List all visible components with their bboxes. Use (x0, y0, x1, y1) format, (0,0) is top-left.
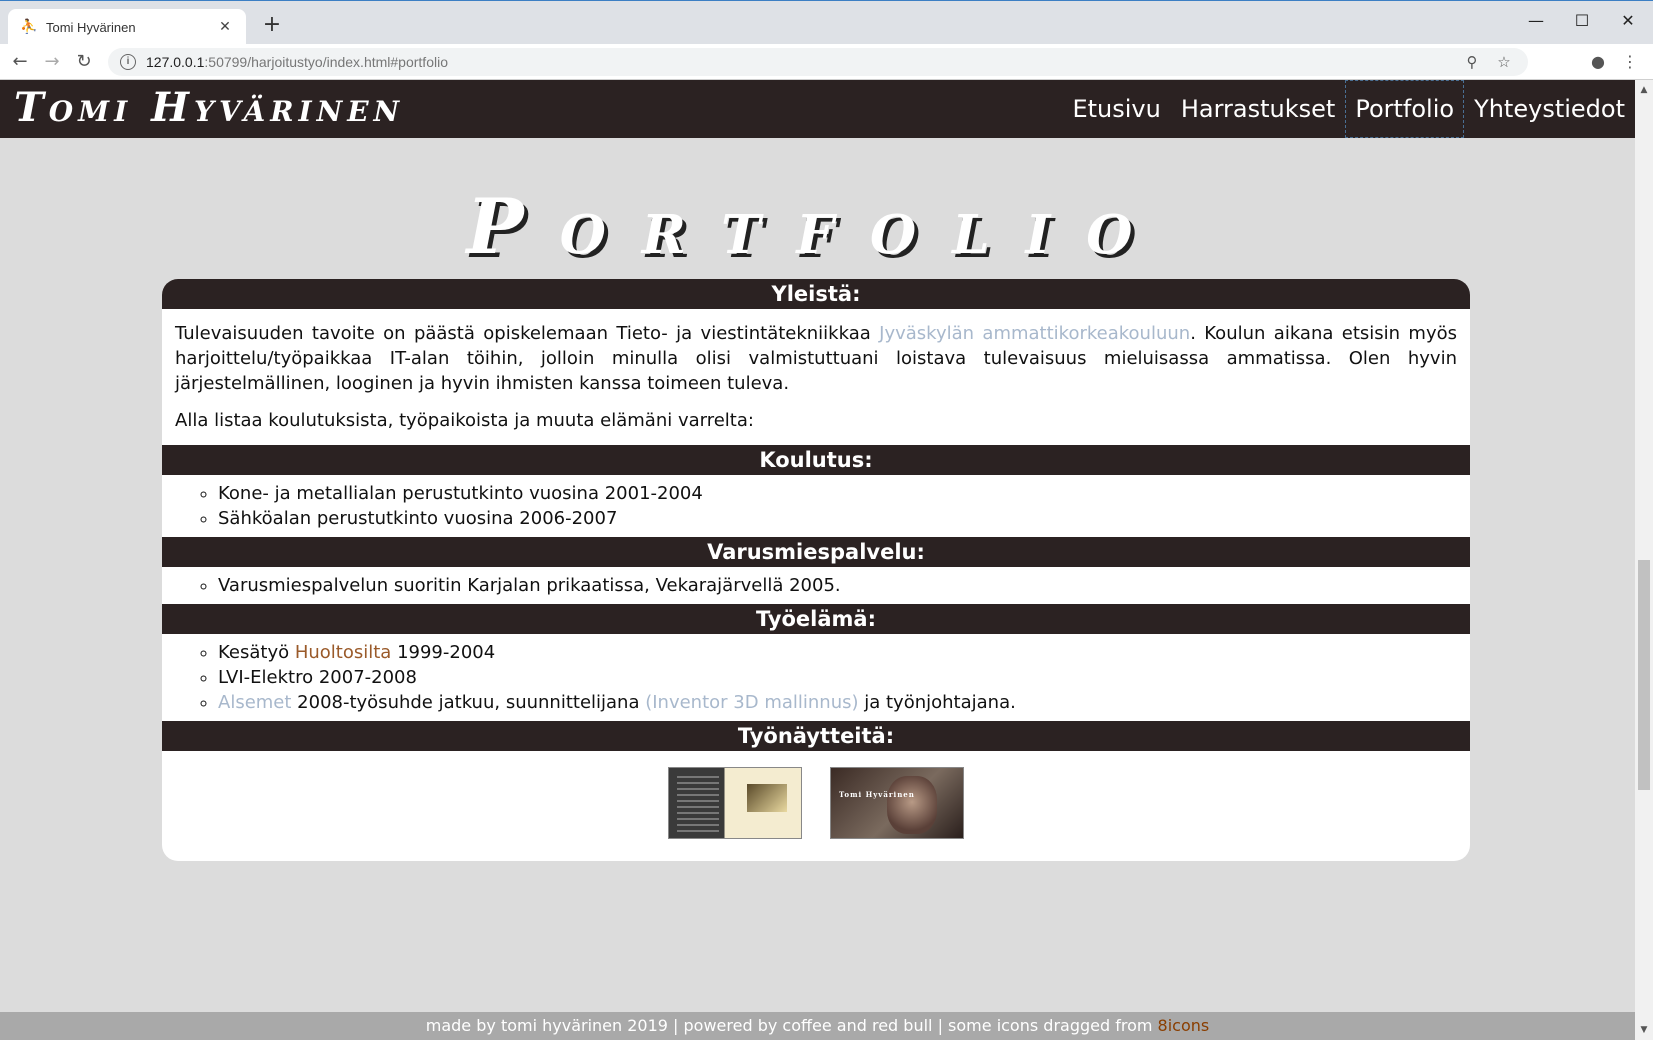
footer-text: made by tomi hyvärinen 2019 | powered by… (425, 1016, 1158, 1035)
section-work: Kesätyö Huoltosilta 1999-2004 LVI-Elektr… (162, 634, 1470, 721)
new-tab-button[interactable]: + (258, 11, 286, 39)
nav-link-portfolio[interactable]: Portfolio (1345, 80, 1465, 138)
huoltosilta-link[interactable]: Huoltosilta (295, 642, 392, 663)
work-sample-thumbnail[interactable]: Tomi Hyvärinen (830, 767, 964, 839)
arrow-right-icon[interactable]: → (38, 48, 66, 76)
nav-link-yhteystiedot[interactable]: Yhteystiedot (1464, 80, 1635, 138)
address-bar[interactable]: i 127.0.0.1:50799/harjoitustyo/index.htm… (108, 48, 1528, 76)
work-item-text: 1999-2004 (391, 642, 496, 663)
list-item: Varusmiespalvelun suoritin Karjalan prik… (218, 573, 1457, 598)
nav-link-etusivu[interactable]: Etusivu (1062, 80, 1170, 138)
thumbnail-portrait (887, 776, 937, 834)
work-item-text: 2008-työsuhde jatkuu, suunnittelijana (291, 692, 646, 713)
url-path: :50799/harjoitustyo/index.html#portfolio (204, 54, 448, 70)
star-icon[interactable]: ☆ (1492, 53, 1516, 71)
section-heading-military: Varusmiespalvelu: (162, 537, 1470, 567)
alsemet-link[interactable]: Alsemet (218, 692, 291, 713)
thumbnail-logo-text: Tomi Hyvärinen (839, 790, 915, 799)
scrollbar-thumb[interactable] (1638, 560, 1650, 790)
site-header: Tomi Hyvärinen Etusivu Harrastukset Port… (0, 80, 1635, 138)
8icons-link[interactable]: 8icons (1158, 1016, 1210, 1035)
list-item: Alsemet 2008-työsuhde jatkuu, suunnittel… (218, 690, 1457, 715)
work-sample-thumbnail[interactable] (668, 767, 802, 839)
section-military: Varusmiespalvelun suoritin Karjalan prik… (162, 567, 1470, 604)
site-info-icon[interactable]: i (120, 54, 136, 70)
browser-toolbar: ← → ↻ i 127.0.0.1:50799/harjoitustyo/ind… (0, 44, 1653, 80)
scroll-down-icon[interactable]: ▼ (1635, 1022, 1653, 1038)
close-window-icon[interactable]: ✕ (1605, 7, 1651, 35)
maximize-icon[interactable]: ☐ (1559, 7, 1605, 35)
intro-text-start: Tulevaisuuden tavoite on päästä opiskele… (175, 323, 880, 344)
list-item: Kone- ja metallialan perustutkinto vuosi… (218, 481, 1457, 506)
nav-link-harrastukset[interactable]: Harrastukset (1171, 80, 1345, 138)
vertical-scrollbar[interactable]: ▲ ▼ (1635, 80, 1653, 1040)
section-heading-work: Työelämä: (162, 604, 1470, 634)
kebab-menu-icon[interactable]: ⋮ (1616, 48, 1644, 76)
portfolio-card: Yleistä: Tulevaisuuden tavoite on päästä… (162, 279, 1470, 861)
section-general: Tulevaisuuden tavoite on päästä opiskele… (162, 309, 1470, 445)
list-intro-paragraph: Alla listaa koulutuksista, työpaikoista … (175, 410, 754, 431)
military-list: Varusmiespalvelun suoritin Karjalan prik… (175, 573, 1457, 598)
section-heading-general: Yleistä: (162, 279, 1470, 309)
intro-paragraph: Tulevaisuuden tavoite on päästä opiskele… (175, 321, 1457, 396)
runner-icon: ⛹ (20, 19, 38, 35)
url-text[interactable]: 127.0.0.1:50799/harjoitustyo/index.html#… (146, 54, 1452, 70)
work-item-text: Kesätyö (218, 642, 295, 663)
account-icon[interactable]: ● (1584, 48, 1612, 76)
reload-icon[interactable]: ↻ (70, 48, 98, 76)
site-logo[interactable]: Tomi Hyvärinen (14, 84, 404, 131)
main-nav: Etusivu Harrastukset Portfolio Yhteystie… (1062, 80, 1635, 138)
section-heading-samples: Työnäytteitä: (162, 721, 1470, 751)
page-title: Portfolio (466, 182, 1169, 271)
url-host: 127.0.0.1 (146, 54, 205, 70)
work-samples-gallery: Tomi Hyvärinen (162, 751, 1470, 839)
section-education: Kone- ja metallialan perustutkinto vuosi… (162, 475, 1470, 537)
thumbnail-code-lines (677, 776, 719, 832)
jamk-link[interactable]: Jyväskylän ammattikorkeakouluun (879, 323, 1190, 344)
close-tab-icon[interactable]: ✕ (216, 19, 234, 35)
inventor-link[interactable]: (Inventor 3D mallinnus) (645, 692, 858, 713)
minimize-icon[interactable]: — (1513, 7, 1559, 35)
list-item: Sähköalan perustutkinto vuosina 2006-200… (218, 506, 1457, 531)
tab-title: Tomi Hyvärinen (46, 19, 136, 35)
work-item-text: ja työnjohtajana. (858, 692, 1016, 713)
list-item: LVI-Elektro 2007-2008 (218, 665, 1457, 690)
section-heading-education: Koulutus: (162, 445, 1470, 475)
thumbnail-photo (747, 784, 787, 812)
list-item: Kesätyö Huoltosilta 1999-2004 (218, 640, 1457, 665)
work-list: Kesätyö Huoltosilta 1999-2004 LVI-Elektr… (175, 640, 1457, 715)
browser-tab-strip: ⛹ Tomi Hyvärinen ✕ + — ☐ ✕ (0, 0, 1653, 45)
site-footer: made by tomi hyvärinen 2019 | powered by… (0, 1012, 1635, 1040)
page-viewport: Tomi Hyvärinen Etusivu Harrastukset Port… (0, 80, 1635, 1040)
arrow-left-icon[interactable]: ← (6, 48, 34, 76)
browser-tab[interactable]: ⛹ Tomi Hyvärinen ✕ (8, 9, 246, 45)
scroll-up-icon[interactable]: ▲ (1635, 82, 1653, 98)
zoom-icon[interactable]: ⚲ (1460, 53, 1484, 71)
education-list: Kone- ja metallialan perustutkinto vuosi… (175, 481, 1457, 531)
